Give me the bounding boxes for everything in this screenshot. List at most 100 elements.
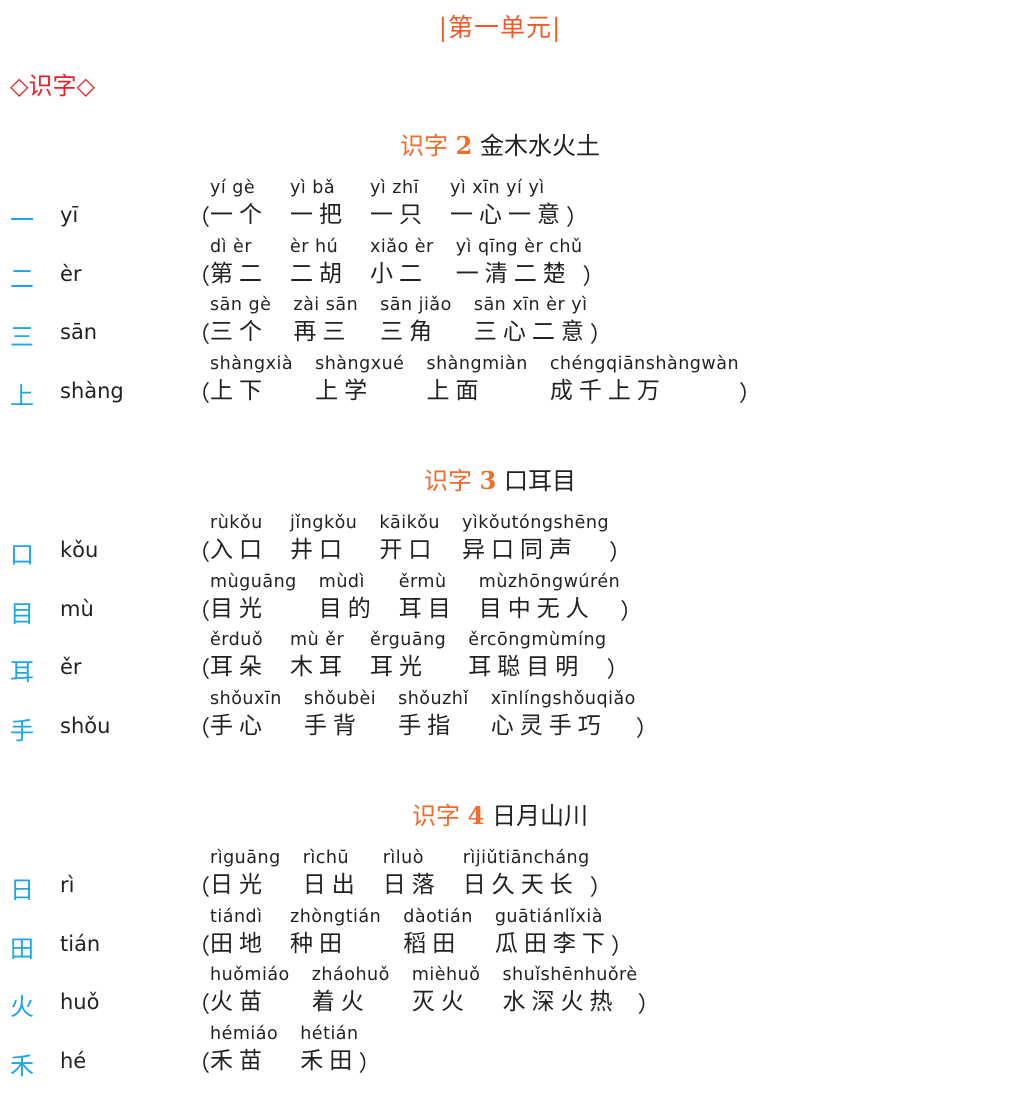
- vocab-row: 口 kǒu （rùkǒu 入口 jǐngkǒu 井口 kāikǒu 开口 yìkǒutóngsh…: [0, 511, 1000, 569]
- key-pinyin: kǒu: [60, 538, 99, 562]
- word-hanzi: 手背: [303, 712, 362, 739]
- word-pinyin: sān xīn èr yì: [473, 295, 588, 315]
- word-pinyin: xiǎo èr: [370, 236, 434, 257]
- word-pinyin: guātiánlǐxià: [494, 906, 603, 927]
- word-item: kāikǒu 开口: [379, 511, 440, 565]
- word-item: shǒuxīn 手心: [210, 687, 282, 741]
- word-item: yìkǒutóngshēng 异口同声: [462, 511, 609, 565]
- lesson-chars: 口耳目: [503, 467, 576, 495]
- word-pinyin: yìkǒutóngshēng: [462, 513, 610, 533]
- key-pinyin: shàng: [60, 378, 124, 403]
- word-pinyin: sān gè: [210, 295, 272, 315]
- vocab-row: 田 tián （tiándì 田地 zhòngtián 种田 dàotián 稻田 guātiá…: [0, 905, 1000, 963]
- lesson-number: 2: [455, 131, 473, 160]
- word-item: rùkǒu 入口: [210, 511, 268, 565]
- key-pinyin: rì: [60, 873, 75, 897]
- word-item: zài sān 再三: [293, 293, 358, 347]
- key-character: 田: [10, 934, 34, 963]
- word-hanzi: 小二: [370, 260, 429, 287]
- word-hanzi: 一只: [370, 202, 429, 228]
- word-pinyin: xīnlíngshǒuqiǎo: [490, 688, 636, 709]
- word-pinyin: shàngxué: [315, 353, 405, 374]
- lesson-label: 识字: [424, 467, 472, 495]
- key-pinyin: ěr: [60, 655, 82, 679]
- word-list: （tiándì 田地 zhòngtián 种田 dàotián 稻田 guātiánlǐxi…: [188, 905, 633, 960]
- lesson-title: 识字 4 日月山川: [0, 796, 1000, 831]
- word-pinyin: rìchū: [302, 848, 350, 868]
- word-hanzi: 手指: [398, 712, 457, 739]
- word-pinyin: mùdì: [318, 571, 365, 592]
- word-item: rìchū 日出: [303, 846, 361, 900]
- word-item: xiǎo èr 小二: [370, 235, 434, 289]
- lesson-number: 4: [467, 801, 485, 830]
- vocab-row: 手 shǒu （ shǒuxīn 手心 shǒubèi 手背 shǒuzhǐ 手指 xīnlíng…: [0, 687, 1000, 745]
- key-pinyin: yī: [60, 203, 79, 227]
- key-character: 火: [10, 993, 34, 1021]
- word-pinyin: shuǐshēnhuǒrè: [502, 965, 638, 985]
- word-item: ěrcōngmùmíng 耳聪目明: [468, 628, 606, 682]
- word-hanzi: 一心一意: [450, 202, 567, 228]
- key-character: 手: [10, 716, 34, 745]
- word-item: sān gè 三个: [210, 293, 271, 347]
- lesson-title: 识字 2 金木水火土: [0, 126, 1000, 161]
- close-paren: ）: [635, 716, 658, 742]
- word-hanzi: 开口: [379, 537, 438, 563]
- word-item: ěrguāng 耳光: [370, 628, 446, 682]
- word-item: mùzhōngwúrén 目中无人: [479, 570, 620, 624]
- lesson-number: 3: [479, 466, 497, 495]
- key-pinyin: mù: [60, 596, 94, 621]
- word-pinyin: zhòngtián: [290, 906, 382, 927]
- word-item: shàngxué 上学: [315, 352, 404, 406]
- word-list: （mùguāng 目光 mùdì 目的 ěrmù 耳目 mùzhōngwúrén 目中无人）: [188, 570, 642, 625]
- word-pinyin: ěrguāng: [370, 630, 447, 650]
- word-item: mùguāng 目光: [210, 570, 297, 624]
- word-pinyin: èr hú: [290, 236, 339, 257]
- word-list: （rùkǒu 入口 jǐngkǒu 井口 kāikǒu 开口 yìkǒutóngshēng 异…: [188, 511, 631, 566]
- word-pinyin: rìguāng: [210, 848, 281, 868]
- word-item: mù ěr 木耳: [290, 628, 348, 682]
- close-paren: ）: [739, 381, 762, 407]
- word-pinyin: mù ěr: [290, 630, 345, 650]
- key-pinyin: èr: [60, 261, 82, 286]
- word-hanzi: 心灵手巧: [490, 712, 607, 739]
- vocab-row: 上 shàng （ shàngxià 上下 shàngxué 上学 shàngmiàn 上面 ch…: [0, 352, 1000, 410]
- key-character: 禾: [10, 1051, 34, 1080]
- word-item: ěrduǒ 耳朵: [210, 628, 268, 682]
- word-hanzi: 手心: [210, 712, 269, 739]
- word-hanzi: 三角: [380, 319, 439, 345]
- word-list: （ shàngxià 上下 shàngxué 上学 shàngmiàn 上面 chéngqiā…: [188, 352, 761, 407]
- word-item: huǒmiáo 火苗: [210, 963, 290, 1017]
- word-hanzi: 上学: [315, 377, 374, 404]
- word-item: sān xīn èr yì 三心二意: [474, 293, 590, 347]
- word-list: （huǒmiáo 火苗 zháohuǒ 着火 mièhuǒ 灭火 shuǐshēnhuǒrè…: [188, 963, 660, 1018]
- word-hanzi: 日落: [382, 872, 441, 898]
- word-pinyin: shàngmiàn: [426, 353, 528, 374]
- key-character: 上: [10, 381, 34, 410]
- word-pinyin: zháohuǒ: [311, 965, 390, 985]
- word-item: rìjiǔtiāncháng 日久天长: [463, 846, 590, 900]
- word-hanzi: 一个: [210, 202, 269, 228]
- key-character: 口: [10, 541, 34, 569]
- word-item: tiándì 田地: [210, 905, 268, 959]
- word-pinyin: zài sān: [293, 295, 359, 315]
- key-pinyin: tián: [60, 931, 101, 956]
- key-pinyin: huǒ: [60, 990, 100, 1014]
- word-hanzi: 耳光: [370, 654, 429, 680]
- word-hanzi: 一清二楚: [455, 260, 572, 287]
- word-hanzi: 目光: [210, 595, 269, 622]
- lesson-label: 识字: [400, 132, 448, 160]
- word-item: sān jiǎo 三角: [380, 293, 452, 347]
- word-pinyin: rùkǒu: [210, 513, 263, 533]
- open-paren: （: [188, 1051, 211, 1077]
- key-character: 二: [10, 264, 34, 293]
- word-hanzi: 再三: [293, 319, 352, 345]
- vocab-row: 目 mù （mùguāng 目光 mùdì 目的 ěrmù 耳目 mùzhōngwúrén 目中无…: [0, 570, 1000, 628]
- word-hanzi: 三个: [210, 319, 269, 345]
- word-pinyin: shǒubèi: [303, 688, 377, 709]
- word-item: shàngxià 上下: [210, 352, 293, 406]
- word-item: hémiáo 禾苗: [210, 1022, 278, 1076]
- lesson-chars: 金木水火土: [479, 132, 600, 160]
- word-list: （sān gè 三个 zài sān 再三 sān jiǎo 三角 sān xīn èr y…: [188, 293, 612, 348]
- word-hanzi: 目的: [318, 595, 377, 622]
- word-hanzi: 三心二意: [473, 319, 590, 345]
